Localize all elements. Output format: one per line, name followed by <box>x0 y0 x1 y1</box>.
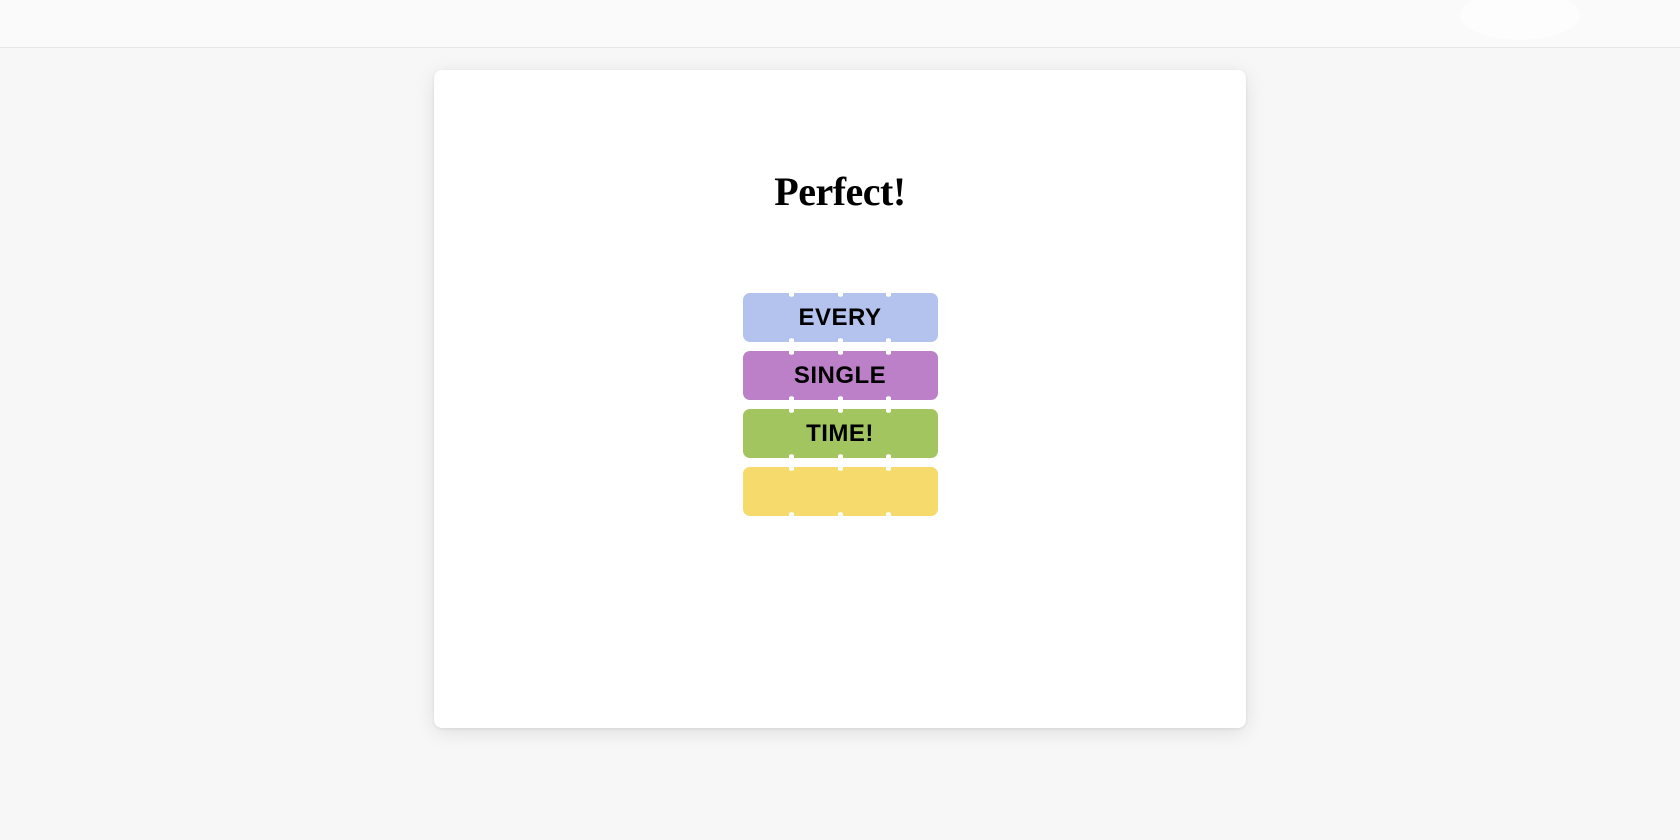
guess-row-2: SINGLE <box>743 351 938 400</box>
guess-row-2-label: SINGLE <box>794 362 886 390</box>
guess-row-3: TIME! <box>743 409 938 458</box>
top-bar <box>0 0 1680 48</box>
guess-row-1: EVERY <box>743 293 938 342</box>
guess-rows: EVERY SINGLE TIME! <box>743 293 938 516</box>
results-title: Perfect! <box>774 168 905 215</box>
guess-row-3-label: TIME! <box>806 420 874 448</box>
guess-row-1-label: EVERY <box>799 304 882 332</box>
results-modal: Perfect! EVERY SINGLE TIME! <box>434 70 1246 728</box>
guess-row-4 <box>743 467 938 516</box>
decorative-cloud <box>1460 0 1580 40</box>
